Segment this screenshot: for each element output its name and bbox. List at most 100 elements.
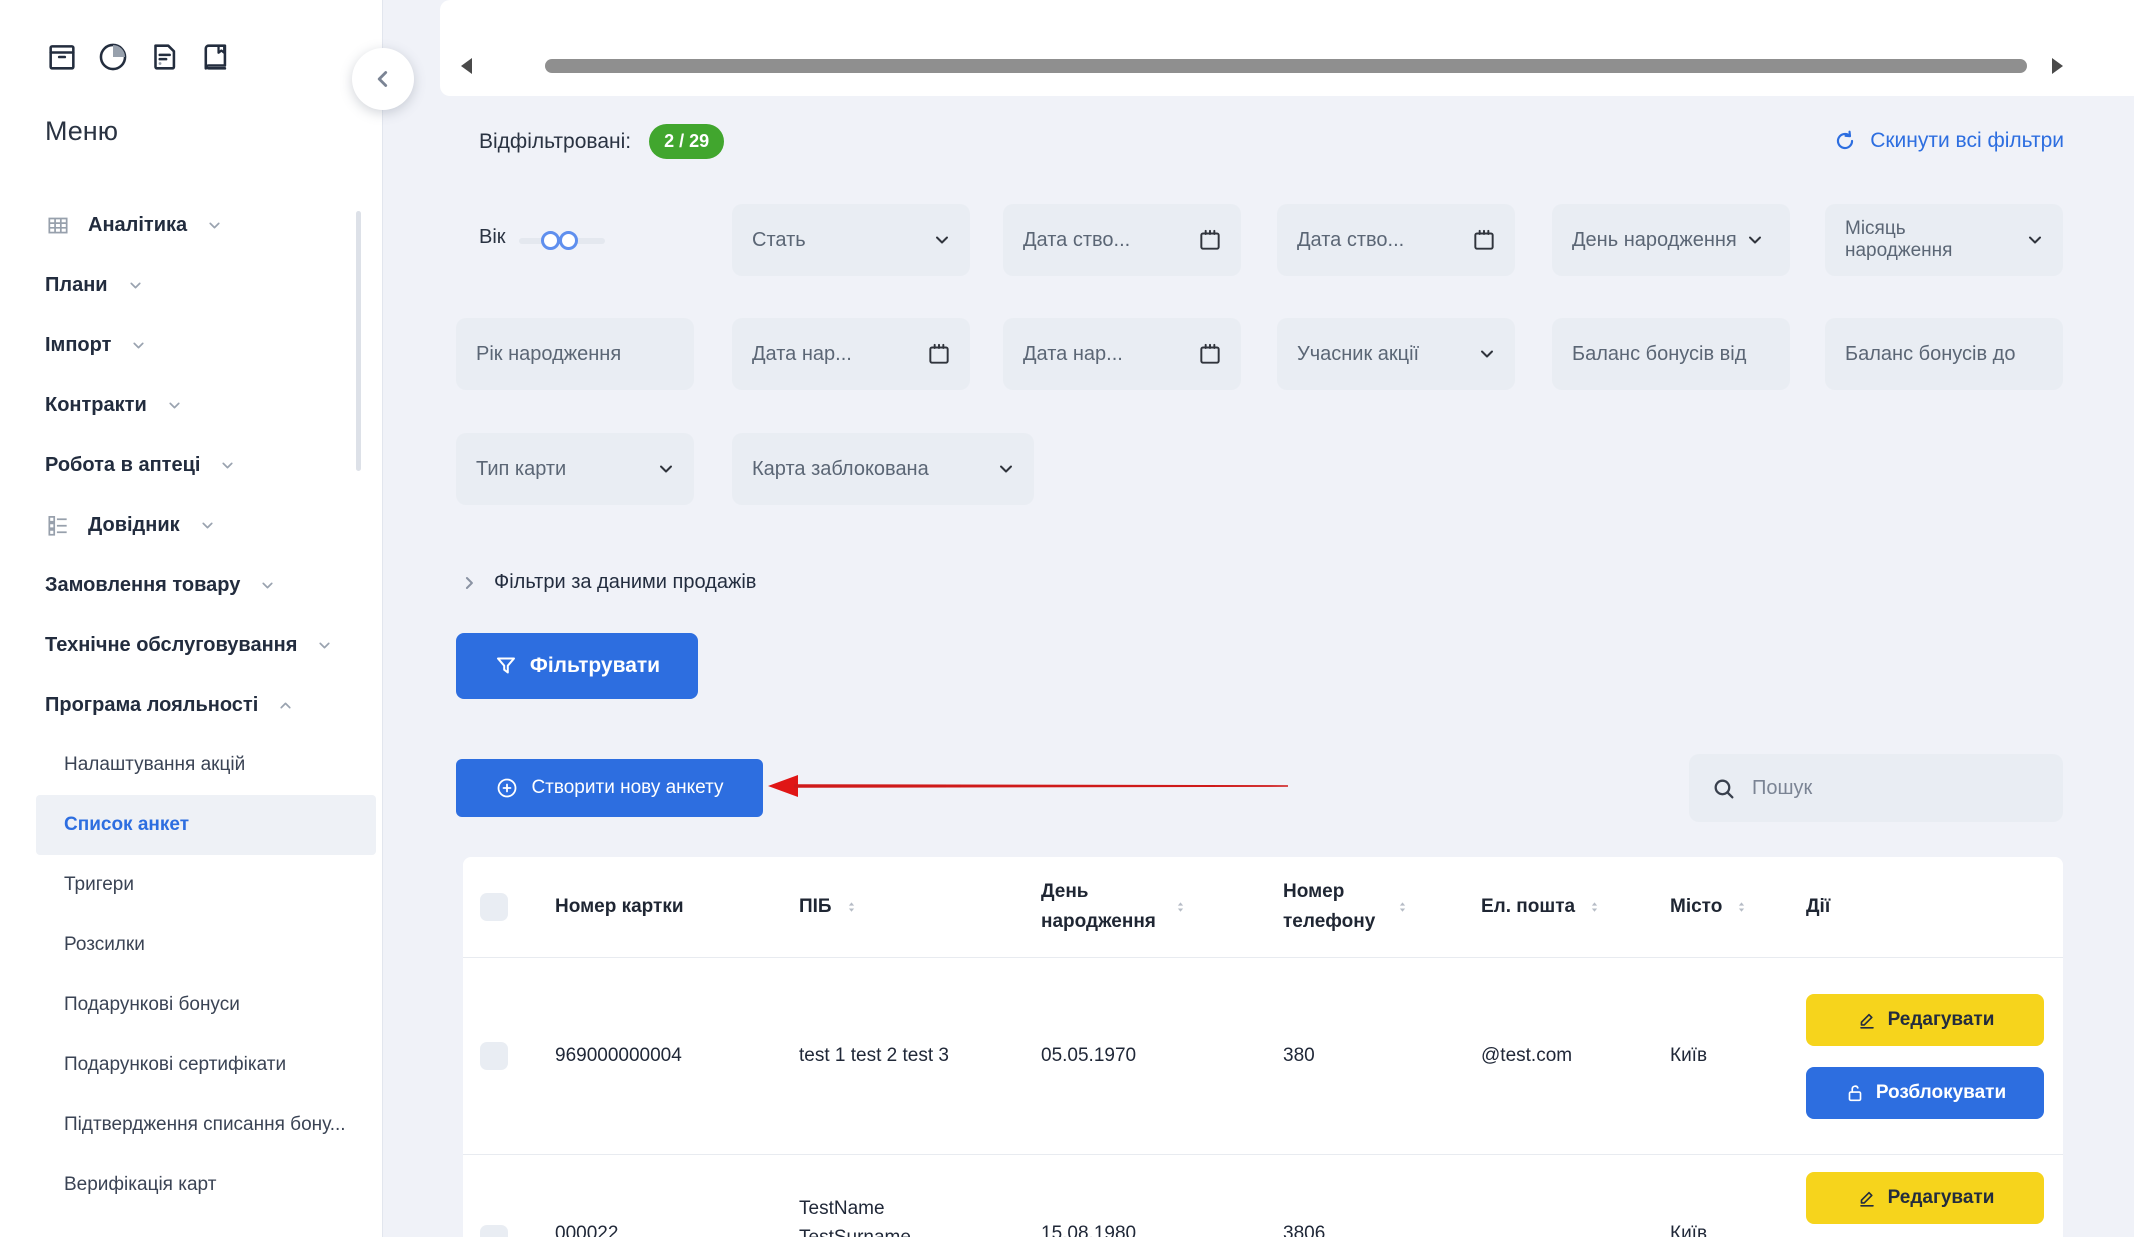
filter-bonus-to-input[interactable]: Баланс бонусів до: [1825, 318, 2063, 390]
filter-label: Дата нар...: [752, 343, 852, 366]
cell-phone: 3806: [1283, 1155, 1481, 1237]
subitem-label: Підтвердження списання бону...: [64, 1114, 346, 1136]
filter-birth-day-select[interactable]: День народження: [1552, 204, 1790, 276]
sidebar-item-label: Технічне обслуговування: [45, 634, 297, 657]
chevron-down-icon: [166, 397, 183, 414]
scroll-right-arrow-icon[interactable]: [2052, 58, 2063, 74]
sidebar-subitem-gift-bonuses[interactable]: Подарункові бонуси: [0, 975, 382, 1035]
row-checkbox[interactable]: [480, 1042, 508, 1070]
filtered-count-badge: 2 / 29: [649, 124, 724, 159]
scrollbar-thumb[interactable]: [545, 59, 2027, 73]
filter-created-from-date[interactable]: Дата ство...: [1003, 204, 1241, 276]
plus-circle-icon: [495, 776, 519, 800]
sidebar-item-directory[interactable]: Довідник: [0, 495, 382, 555]
sidebar-item-maintenance[interactable]: Технічне обслуговування: [0, 615, 382, 675]
refresh-icon: [1832, 128, 1858, 154]
sidebar-item-plans[interactable]: Плани: [0, 255, 382, 315]
filter-birth-from-date[interactable]: Дата нар...: [732, 318, 970, 390]
subitem-label: Список анкет: [64, 814, 189, 836]
filter-created-to-date[interactable]: Дата ство...: [1277, 204, 1515, 276]
sidebar-subitem-triggers[interactable]: Тригери: [0, 855, 382, 915]
filter-gender-select[interactable]: Стать: [732, 204, 970, 276]
cell-email: @test.com: [1481, 1045, 1670, 1067]
chevron-down-icon: [130, 337, 147, 354]
filter-label: Баланс бонусів до: [1845, 343, 2015, 366]
age-range-slider[interactable]: [519, 236, 605, 246]
cell-name: test 1 test 2 test 3: [799, 1045, 1041, 1067]
slider-handle-min[interactable]: [541, 231, 560, 250]
sidebar-top-icons: [45, 40, 232, 74]
sidebar-subitem-gift-certificates[interactable]: Подарункові сертифікати: [0, 1035, 382, 1095]
book-icon[interactable]: [198, 40, 232, 74]
sidebar-subitem-bonus-writeoff-confirm[interactable]: Підтвердження списання бону...: [0, 1095, 382, 1155]
subitem-label: Налаштування акцій: [64, 754, 245, 776]
filtered-label: Відфільтровані:: [479, 130, 631, 154]
col-header-birthday: День народження: [1041, 877, 1161, 938]
sales-filters-expander[interactable]: Фільтри за даними продажів: [459, 571, 756, 594]
filter-birth-month-select[interactable]: Місяць народження: [1825, 204, 2063, 276]
sort-icon[interactable]: [844, 896, 859, 918]
filter-label: Рік народження: [476, 343, 621, 366]
filter-label: Тип карти: [476, 458, 566, 481]
pie-chart-icon[interactable]: [96, 40, 130, 74]
sidebar-item-loyalty-program[interactable]: Програма лояльності: [0, 675, 382, 735]
horizontal-scrollbar[interactable]: [461, 57, 2063, 75]
sort-icon[interactable]: [1395, 896, 1410, 918]
note-icon[interactable]: [147, 40, 181, 74]
edit-label: Редагувати: [1888, 1187, 1995, 1209]
sidebar-item-pharmacy-work[interactable]: Робота в аптеці: [0, 435, 382, 495]
col-header-card: Номер картки: [555, 892, 684, 922]
col-header-city: Місто: [1670, 892, 1722, 922]
sidebar-collapse-button[interactable]: [352, 48, 414, 110]
sidebar-subitem-mailings[interactable]: Розсилки: [0, 915, 382, 975]
sidebar-item-import[interactable]: Імпорт: [0, 315, 382, 375]
filter-card-type-select[interactable]: Тип карти: [456, 433, 694, 505]
search-input[interactable]: [1750, 776, 2041, 801]
sort-icon[interactable]: [1173, 896, 1188, 918]
sidebar-nav: Аналітика Плани Імпорт Контракти Робота …: [0, 195, 382, 1215]
filter-label: Дата ство...: [1297, 229, 1404, 252]
sidebar-item-analytics[interactable]: Аналітика: [0, 195, 382, 255]
age-filter-label: Вік: [479, 226, 506, 249]
search-box[interactable]: [1689, 754, 2063, 822]
sidebar-item-label: Програма лояльності: [45, 694, 258, 717]
sidebar-item-contracts[interactable]: Контракти: [0, 375, 382, 435]
sidebar-subitem-promo-settings[interactable]: Налаштування акцій: [0, 735, 382, 795]
filter-birth-year-input[interactable]: Рік народження: [456, 318, 694, 390]
chevron-right-icon: [459, 573, 479, 593]
sort-icon[interactable]: [1734, 896, 1749, 918]
edit-button[interactable]: Редагувати: [1806, 1172, 2044, 1224]
unblock-label: Розблокувати: [1876, 1082, 2006, 1104]
filter-promo-member-select[interactable]: Учасник акції: [1277, 318, 1515, 390]
sidebar-subitem-questionnaire-list[interactable]: Список анкет: [36, 795, 376, 855]
sidebar-scrollbar[interactable]: [356, 211, 361, 471]
edit-button[interactable]: Редагувати: [1806, 994, 2044, 1046]
filter-apply-button[interactable]: Фільтрувати: [456, 633, 698, 699]
sort-icon[interactable]: [1587, 896, 1602, 918]
filter-birth-to-date[interactable]: Дата нар...: [1003, 318, 1241, 390]
filter-bonus-from-input[interactable]: Баланс бонусів від: [1552, 318, 1790, 390]
filter-label: Дата ство...: [1023, 229, 1130, 252]
scroll-left-arrow-icon[interactable]: [461, 58, 472, 74]
chevron-down-icon: [932, 230, 952, 250]
select-all-checkbox[interactable]: [480, 893, 508, 921]
main-content: Відфільтровані: 2 / 29 Скинути всі фільт…: [383, 0, 2134, 1237]
sidebar-item-goods-order[interactable]: Замовлення товару: [0, 555, 382, 615]
filter-card-blocked-select[interactable]: Карта заблокована: [732, 433, 1034, 505]
calendar-icon: [1197, 341, 1223, 367]
slider-handle-max[interactable]: [559, 231, 578, 250]
col-header-email: Ел. пошта: [1481, 892, 1575, 922]
horizontal-scroll-band: [440, 0, 2134, 96]
sidebar-item-label: Робота в аптеці: [45, 454, 200, 477]
reset-all-filters-link[interactable]: Скинути всі фільтри: [1832, 128, 2064, 154]
funnel-icon: [494, 654, 518, 678]
create-questionnaire-button[interactable]: Створити нову анкету: [456, 759, 763, 817]
cell-city: Київ: [1670, 1155, 1806, 1237]
archive-icon[interactable]: [45, 40, 79, 74]
sidebar-subitem-card-verification[interactable]: Верифікація карт: [0, 1155, 382, 1215]
unblock-button[interactable]: Розблокувати: [1806, 1067, 2044, 1119]
chevron-down-icon: [656, 459, 676, 479]
cell-birthday: 05.05.1970: [1041, 1045, 1283, 1067]
row-checkbox[interactable]: [480, 1225, 508, 1237]
chevron-down-icon: [199, 517, 216, 534]
